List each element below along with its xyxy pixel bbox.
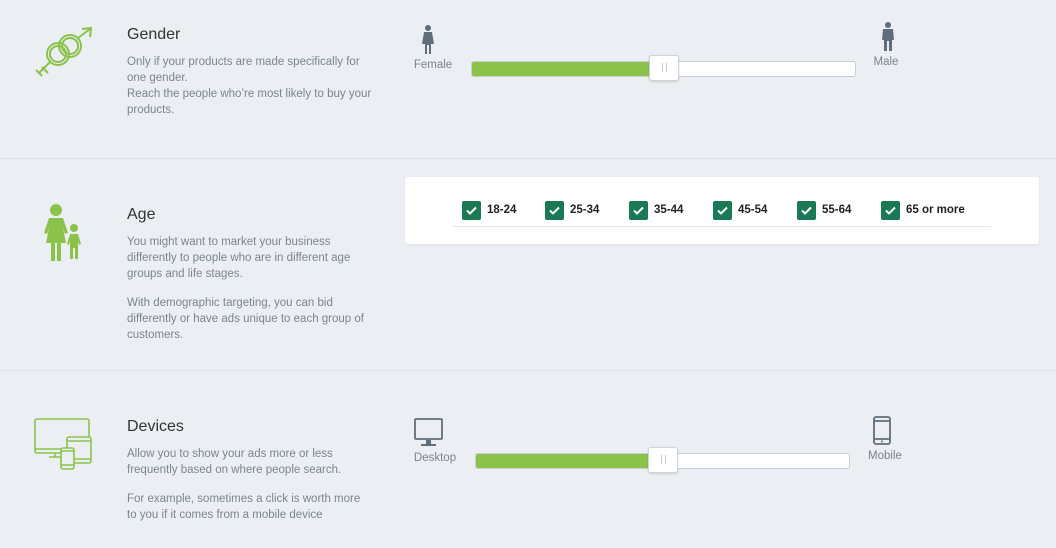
desktop-label: Desktop — [413, 452, 457, 464]
devices-section: Devices Allow you to show your ads more … — [0, 371, 1056, 548]
age-groups-panel: 18-24 25-34 35-44 45-54 55-64 65 or more — [405, 177, 1039, 244]
age-checkbox-45-54[interactable]: 45-54 — [713, 200, 767, 220]
gender-desc-line1: Only if your products are made specifica… — [127, 56, 360, 84]
gender-slider-fill — [472, 62, 650, 76]
age-label: 25-34 — [570, 204, 600, 216]
gender-section: Gender Only if your products are made sp… — [0, 0, 1056, 158]
gender-description: Only if your products are made specifica… — [127, 54, 372, 118]
devices-title: Devices — [127, 418, 184, 435]
male-icon — [882, 22, 894, 51]
age-label: 55-64 — [822, 204, 852, 216]
age-checkbox-35-44[interactable]: 35-44 — [629, 200, 683, 220]
devices-slider-fill — [476, 454, 648, 468]
divider — [453, 226, 991, 227]
checkbox-checked-icon[interactable] — [629, 200, 648, 220]
age-description-1: You might want to market your business d… — [127, 236, 351, 280]
female-icon — [422, 25, 434, 54]
devices-slider-handle[interactable] — [648, 447, 678, 473]
devices-icon — [34, 418, 92, 470]
gender-symbols-icon — [35, 26, 93, 77]
age-label: 35-44 — [654, 204, 684, 216]
age-checkbox-25-34[interactable]: 25-34 — [545, 200, 599, 220]
devices-description-1: Allow you to show your ads more or less … — [127, 448, 342, 476]
checkbox-checked-icon[interactable] — [462, 200, 481, 220]
age-label: 45-54 — [738, 204, 768, 216]
gender-title: Gender — [127, 26, 181, 43]
age-label: 65 or more — [906, 204, 965, 216]
age-description-2: With demographic targeting, you can bid … — [127, 297, 364, 341]
male-label: Male — [873, 56, 899, 68]
age-checkbox-55-64[interactable]: 55-64 — [797, 200, 851, 220]
checkbox-checked-icon[interactable] — [713, 200, 732, 220]
age-checkbox-18-24[interactable]: 18-24 — [462, 200, 516, 220]
checkbox-checked-icon[interactable] — [881, 200, 900, 220]
mobile-icon — [873, 416, 891, 445]
mobile-label: Mobile — [868, 450, 902, 462]
gender-desc-line2: Reach the people who’re most likely to b… — [127, 88, 372, 116]
adult-child-icon — [44, 204, 81, 261]
checkbox-checked-icon[interactable] — [545, 200, 564, 220]
desktop-icon — [414, 418, 443, 446]
age-label: 18-24 — [487, 204, 517, 216]
age-title: Age — [127, 206, 156, 223]
age-checkbox-65-or-more[interactable]: 65 or more — [881, 200, 965, 220]
checkbox-checked-icon[interactable] — [797, 200, 816, 220]
female-label: Female — [413, 59, 453, 71]
gender-slider-handle[interactable] — [649, 55, 679, 81]
gender-slider[interactable] — [471, 55, 856, 81]
devices-slider[interactable] — [475, 447, 850, 473]
devices-description-2: For example, sometimes a click is worth … — [127, 493, 361, 521]
